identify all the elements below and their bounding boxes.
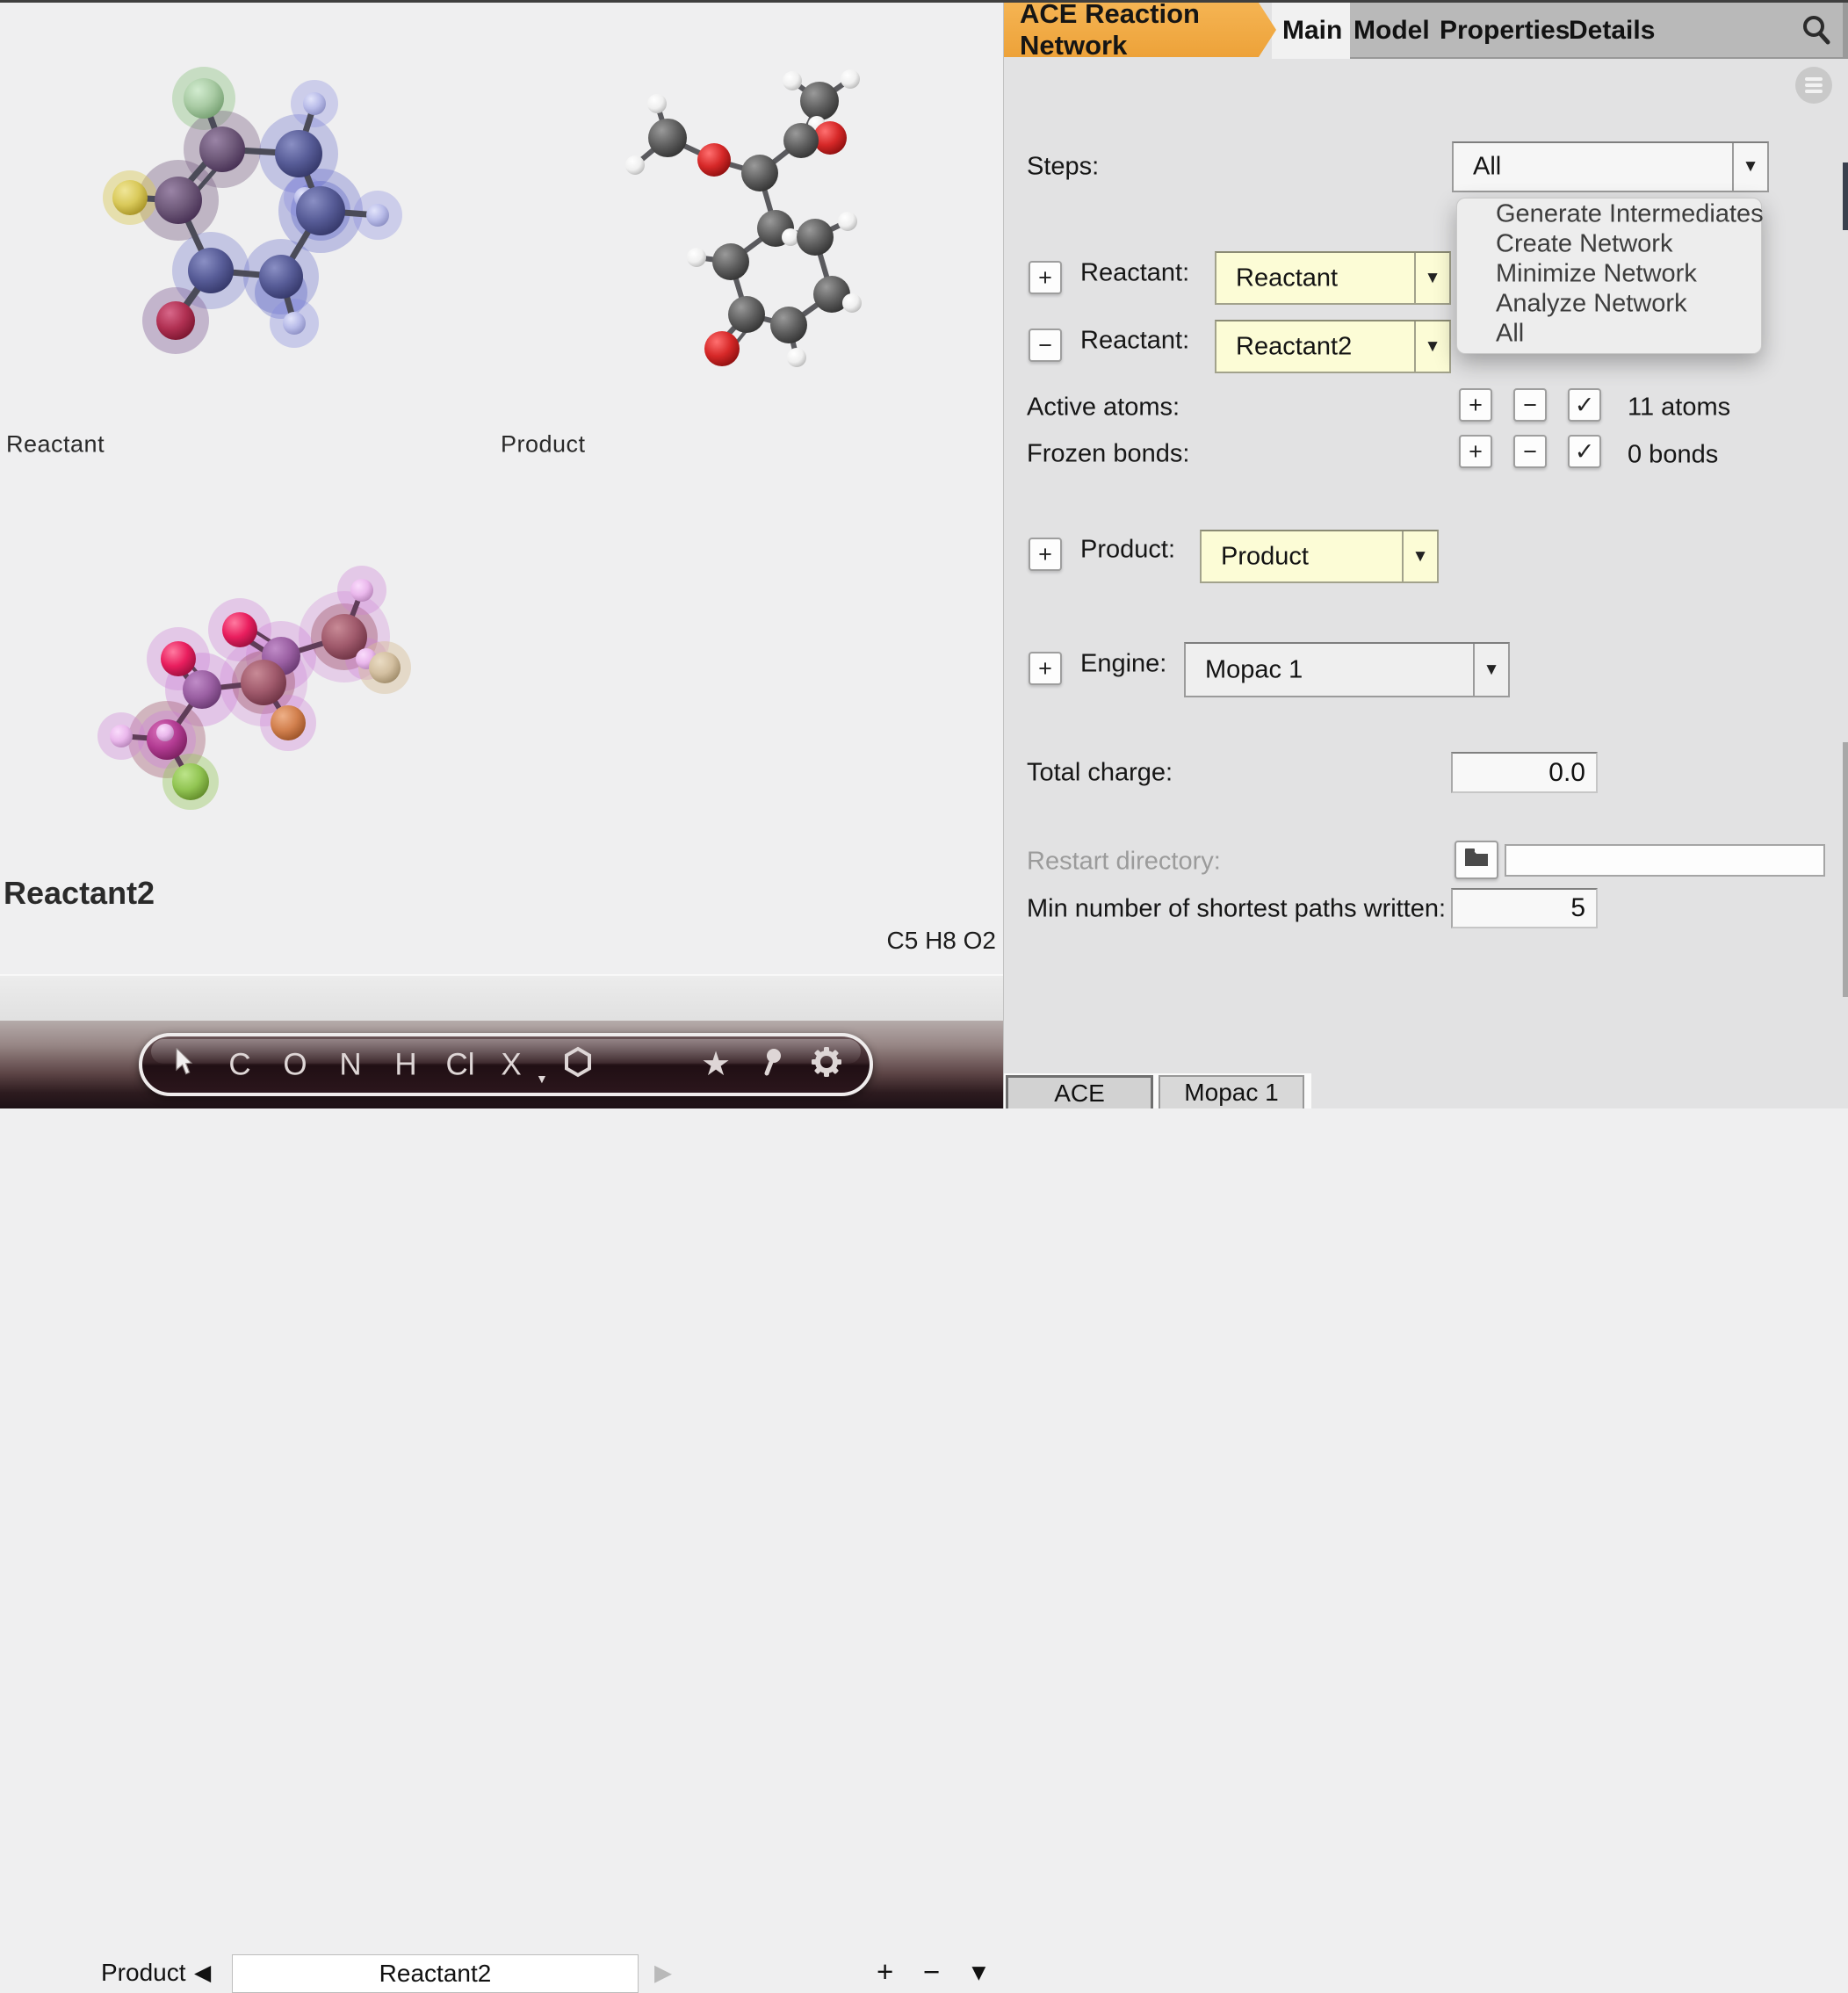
product-label: Product:: [1080, 535, 1175, 564]
tab-model[interactable]: Model: [1354, 16, 1430, 46]
tab-properties[interactable]: Properties: [1440, 16, 1570, 46]
remove-reactant-button[interactable]: −: [1029, 329, 1062, 362]
active-atom-halos: [103, 67, 402, 354]
star-icon[interactable]: ★: [701, 1048, 731, 1081]
bottom-tab-mopac[interactable]: Mopac 1: [1159, 1075, 1304, 1108]
viewer-toolbar-strip: C O N H Cl X ▼ ★: [0, 1021, 1003, 1108]
steps-value: All: [1473, 152, 1502, 181]
search-icon[interactable]: [1799, 12, 1834, 52]
prev-arrow-icon[interactable]: ◀: [194, 1960, 211, 1986]
active-atoms-count: 11 atoms: [1628, 393, 1731, 422]
current-model-input[interactable]: [232, 1954, 639, 1993]
panel-right-edge: [1843, 3, 1848, 57]
element-x-button[interactable]: X: [501, 1050, 521, 1080]
total-charge-field[interactable]: 0.0: [1451, 752, 1598, 793]
gear-icon[interactable]: [811, 1046, 842, 1083]
panel-scrollbar[interactable]: [1843, 742, 1848, 997]
reactant2-molecule[interactable]: [97, 562, 474, 826]
add-product-button[interactable]: +: [1029, 538, 1062, 571]
menu-item-all[interactable]: All: [1496, 320, 1524, 349]
reactant1-combobox[interactable]: Reactant ▼: [1215, 251, 1451, 305]
active-atoms-apply-button[interactable]: ✓: [1568, 388, 1601, 422]
tab-details[interactable]: Details: [1569, 16, 1655, 46]
element-oxygen-button[interactable]: O: [283, 1050, 307, 1080]
dropdown-arrow-icon[interactable]: ▼: [1414, 321, 1449, 372]
total-charge-label: Total charge:: [1027, 758, 1173, 787]
active-atoms-add-button[interactable]: +: [1459, 388, 1492, 422]
panel-right-edge-dark: [1843, 162, 1848, 230]
element-carbon-button[interactable]: C: [228, 1050, 250, 1080]
ace-reaction-network-panel: ACE Reaction Network Main Model Properti…: [1003, 0, 1848, 1108]
molecule-viewport[interactable]: Reactant Product Reactant2 C5 H8 O2 Prod…: [0, 0, 1003, 1993]
menu-item-minimize-network[interactable]: Minimize Network: [1496, 260, 1697, 289]
reactant2-value: Reactant2: [1236, 332, 1353, 360]
app-window: Reactant Product Reactant2 C5 H8 O2 Prod…: [0, 0, 1848, 1993]
dropdown-arrow-icon[interactable]: ▼: [1473, 644, 1508, 696]
product-combobox[interactable]: Product ▼: [1200, 530, 1439, 583]
frozen-bonds-remove-button[interactable]: −: [1513, 435, 1547, 468]
active-atoms-label: Active atoms:: [1027, 393, 1180, 422]
active-atoms-remove-button[interactable]: −: [1513, 388, 1547, 422]
reactant1-value: Reactant: [1236, 264, 1339, 292]
folder-icon: [1463, 847, 1490, 874]
element-nitrogen-button[interactable]: N: [339, 1050, 361, 1080]
tab-main-label[interactable]: Main: [1282, 16, 1342, 46]
element-x-dropdown-icon[interactable]: ▼: [536, 1072, 548, 1086]
window-top-border: [0, 0, 1848, 3]
model-nav-bar: Product ◀ ▶ + − ▼: [0, 974, 1003, 1993]
menu-item-create-network[interactable]: Create Network: [1496, 230, 1672, 259]
menu-item-analyze-network[interactable]: Analyze Network: [1496, 290, 1687, 319]
menu-icon[interactable]: [1795, 67, 1832, 104]
element-hydrogen-button[interactable]: H: [394, 1050, 416, 1080]
steps-dropdown-menu: Generate Intermediates Create Network Mi…: [1456, 198, 1764, 354]
restart-directory-label: Restart directory:: [1027, 847, 1221, 876]
zoom-in-button[interactable]: +: [877, 1955, 893, 1989]
frozen-bonds-add-button[interactable]: +: [1459, 435, 1492, 468]
add-reactant-button[interactable]: +: [1029, 261, 1062, 294]
zoom-out-button[interactable]: −: [923, 1955, 940, 1989]
chemical-formula: C5 H8 O2: [886, 927, 997, 954]
element-chlorine-button[interactable]: Cl: [445, 1050, 474, 1080]
menu-item-generate-intermediates[interactable]: Generate Intermediates: [1496, 200, 1764, 229]
product-label: Product: [501, 430, 586, 458]
element-toolbar: C O N H Cl X ▼ ★: [139, 1033, 873, 1096]
collapse-arrow-icon[interactable]: ▼: [967, 1960, 991, 1987]
min-paths-field[interactable]: 5: [1451, 888, 1598, 928]
dropdown-arrow-icon[interactable]: ▼: [1414, 253, 1449, 303]
steps-label: Steps:: [1027, 152, 1100, 181]
browse-directory-button[interactable]: [1455, 841, 1498, 879]
product-value: Product: [1221, 542, 1309, 570]
reactant1-label: Reactant:: [1080, 258, 1190, 287]
prev-model-label[interactable]: Product: [101, 1959, 186, 1987]
reactant2-label: Reactant2: [4, 875, 155, 911]
reactant2-label: Reactant:: [1080, 326, 1190, 355]
product-molecule[interactable]: [606, 61, 913, 378]
bottom-tab-ace[interactable]: ACE: [1006, 1075, 1153, 1108]
reactant2-combobox[interactable]: Reactant2 ▼: [1215, 320, 1451, 373]
frozen-bonds-count: 0 bonds: [1628, 440, 1719, 469]
steps-combobox[interactable]: All ▼: [1452, 141, 1769, 192]
engine-value: Mopac 1: [1205, 655, 1303, 683]
next-arrow-icon[interactable]: ▶: [654, 1960, 672, 1987]
panel-title: ACE Reaction Network: [1020, 0, 1200, 61]
ring-icon[interactable]: [563, 1046, 593, 1083]
restart-directory-field[interactable]: [1505, 844, 1825, 877]
min-paths-label: Min number of shortest paths written:: [1027, 894, 1447, 923]
pin-icon[interactable]: [761, 1047, 783, 1082]
reactant-molecule[interactable]: [53, 48, 457, 391]
add-engine-button[interactable]: +: [1029, 652, 1062, 685]
reactant-label: Reactant: [6, 430, 105, 458]
dropdown-arrow-icon[interactable]: ▼: [1732, 143, 1767, 191]
frozen-bonds-label: Frozen bonds:: [1027, 439, 1190, 468]
engine-combobox[interactable]: Mopac 1 ▼: [1184, 642, 1510, 697]
frozen-bonds-apply-button[interactable]: ✓: [1568, 435, 1601, 468]
panel-title-tab[interactable]: ACE Reaction Network: [1004, 3, 1276, 57]
dropdown-arrow-icon[interactable]: ▼: [1402, 531, 1437, 581]
engine-label: Engine:: [1080, 649, 1167, 678]
cursor-icon[interactable]: [173, 1046, 196, 1081]
